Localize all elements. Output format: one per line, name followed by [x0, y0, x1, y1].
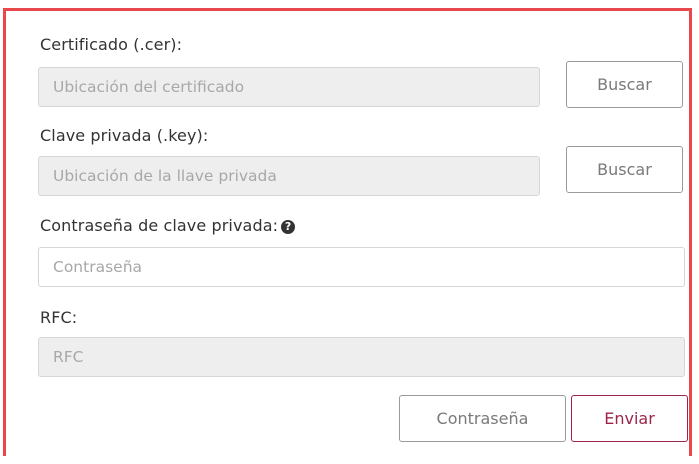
- certificate-label: Certificado (.cer):: [40, 35, 183, 54]
- password-field[interactable]: [38, 247, 685, 287]
- certificate-browse-button[interactable]: Buscar: [566, 61, 683, 108]
- password-label-row: Contraseña de clave privada:?: [40, 216, 296, 235]
- certificate-path-field[interactable]: [38, 67, 540, 107]
- private-key-label: Clave privada (.key):: [40, 126, 209, 145]
- rfc-label: RFC:: [40, 308, 78, 327]
- private-key-browse-button[interactable]: Buscar: [566, 146, 683, 193]
- question-circle-icon[interactable]: ?: [281, 220, 296, 234]
- password-label: Contraseña de clave privada:: [40, 216, 279, 235]
- private-key-path-field[interactable]: [38, 156, 540, 196]
- password-button[interactable]: Contraseña: [399, 395, 566, 442]
- submit-button[interactable]: Enviar: [571, 395, 688, 442]
- rfc-field[interactable]: [38, 337, 685, 377]
